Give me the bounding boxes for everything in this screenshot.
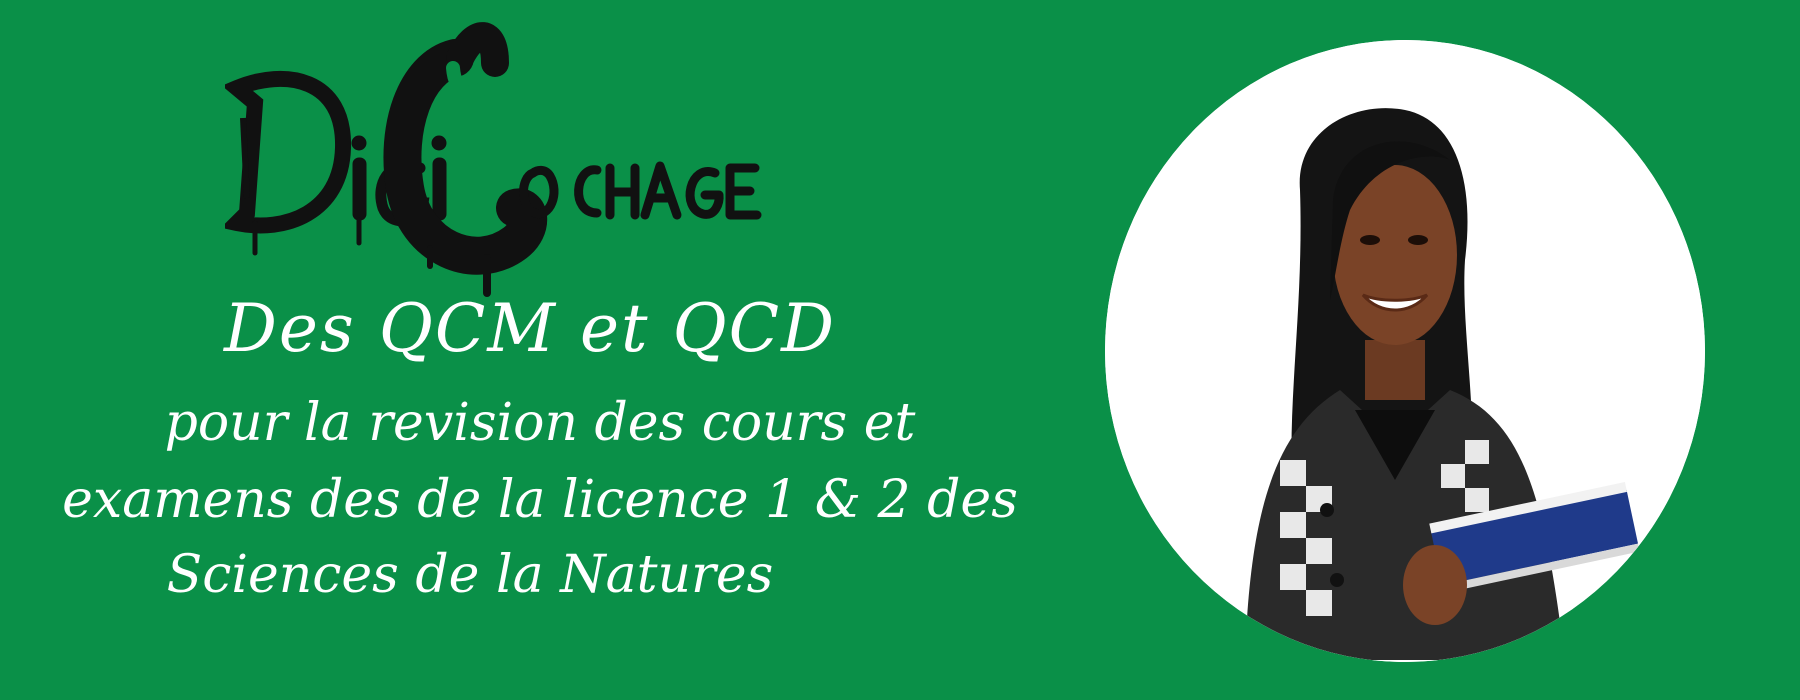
headline-title: Des QCM et QCD	[223, 290, 837, 367]
student-photo	[1105, 40, 1705, 662]
headline-line-4: Sciences de la Natures	[166, 545, 774, 605]
promo-banner: Des QCM et QCD pour la revision des cour…	[0, 0, 1800, 700]
digicochage-logo	[225, 8, 785, 298]
headline-line-2: pour la revision des cours et	[164, 393, 916, 453]
headline-line-3: examens des de la licence 1 & 2 des	[62, 470, 1018, 530]
